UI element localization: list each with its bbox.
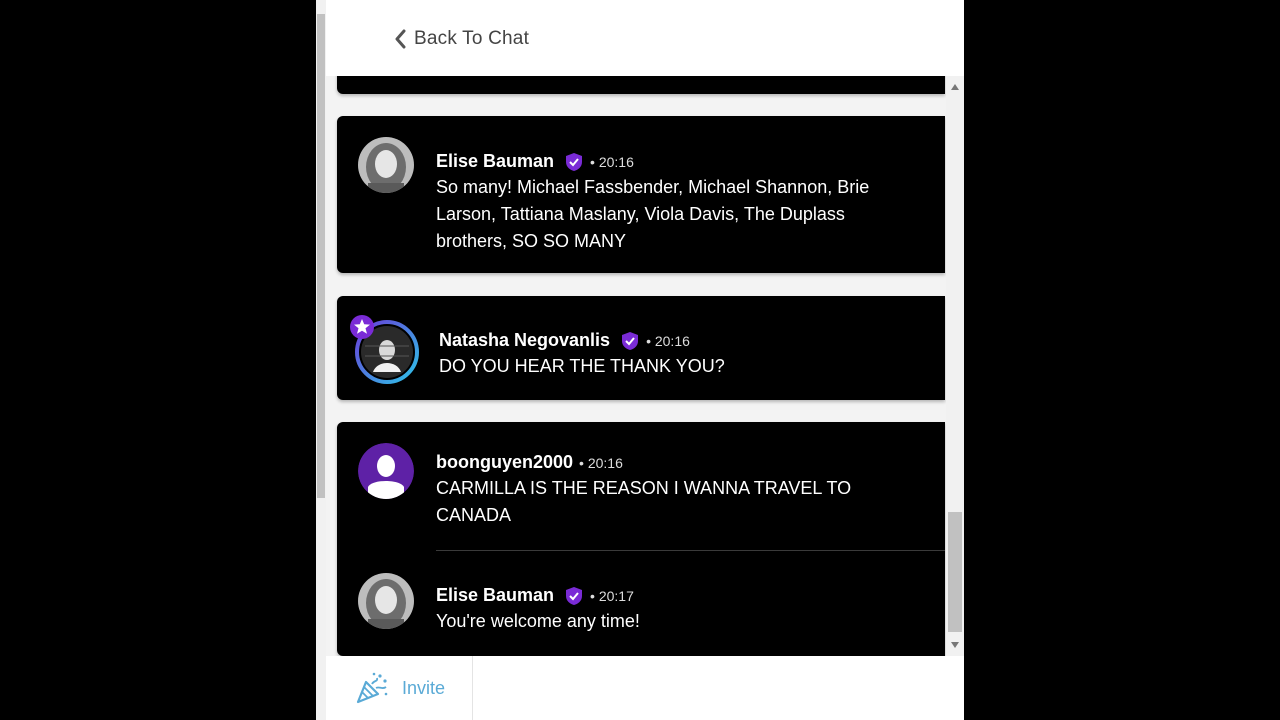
scroll-down-arrow-icon[interactable]: [951, 642, 959, 648]
message-card-featured: Natasha Negovanlis • 20:16 DO YOU HEAR T…: [337, 296, 945, 400]
message-line: Larson, Tattiana Maslany, Viola Davis, T…: [436, 204, 845, 224]
default-user-icon: [358, 443, 414, 499]
author-name[interactable]: Natasha Negovanlis: [439, 330, 610, 351]
message-line: DO YOU HEAR THE THANK YOU?: [439, 356, 725, 376]
author-name[interactable]: boonguyen2000: [436, 452, 573, 473]
back-to-chat-button[interactable]: Back To Chat: [394, 28, 529, 50]
page-scrollbar[interactable]: [316, 0, 326, 720]
verified-shield-icon: [622, 331, 639, 350]
message-time: • 20:16: [579, 454, 623, 471]
message-text: So many! Michael Fassbender, Michael Sha…: [436, 174, 916, 255]
message-time: • 20:16: [590, 153, 634, 170]
avatar[interactable]: [358, 573, 414, 629]
message-card: Elise Bauman • 20:16 So many! Michael Fa…: [337, 116, 945, 273]
screen: Back To Chat Elise Bauman • 20:16 So man…: [0, 0, 1280, 720]
message-item: Elise Bauman • 20:17 You're welcome any …: [337, 551, 945, 656]
message-list[interactable]: Elise Bauman • 20:16 So many! Michael Fa…: [326, 76, 964, 656]
message-meta: Natasha Negovanlis • 20:16: [439, 330, 690, 351]
chat-header: Back To Chat: [326, 0, 964, 76]
message-item: Natasha Negovanlis • 20:16 DO YOU HEAR T…: [337, 296, 945, 400]
author-name[interactable]: Elise Bauman: [436, 585, 554, 606]
chevron-left-icon: [395, 29, 406, 49]
message-line: brothers, SO SO MANY: [436, 231, 627, 251]
message-text: You're welcome any time!: [436, 608, 916, 635]
message-meta: Elise Bauman • 20:16: [436, 151, 634, 172]
message-list-scrollbar[interactable]: [946, 76, 964, 656]
message-card-previous: [337, 76, 945, 94]
message-time: • 20:17: [590, 587, 634, 604]
message-card: boonguyen2000 • 20:16 CARMILLA IS THE RE…: [337, 422, 945, 656]
message-line: You're welcome any time!: [436, 611, 640, 631]
chat-footer: Invite: [326, 656, 964, 720]
message-line: CARMILLA IS THE REASON I WANNA TRAVEL TO: [436, 478, 852, 498]
chat-panel: Back To Chat Elise Bauman • 20:16 So man…: [326, 0, 964, 720]
page-scrollbar-thumb[interactable]: [317, 14, 325, 498]
message-item: Elise Bauman • 20:16 So many! Michael Fa…: [337, 116, 945, 273]
party-popper-icon: [356, 672, 388, 704]
avatar[interactable]: [358, 137, 414, 193]
message-line: CANADA: [436, 505, 512, 525]
message-meta: Elise Bauman • 20:17: [436, 585, 634, 606]
avatar-photo: [358, 573, 414, 629]
message-text: DO YOU HEAR THE THANK YOU?: [439, 353, 919, 380]
message-line: So many! Michael Fassbender, Michael Sha…: [436, 177, 870, 197]
invite-button[interactable]: Invite: [326, 656, 473, 720]
message-list-scrollbar-thumb[interactable]: [948, 512, 962, 632]
star-badge-icon: [350, 315, 374, 339]
message-item: boonguyen2000 • 20:16 CARMILLA IS THE RE…: [337, 422, 945, 550]
author-name[interactable]: Elise Bauman: [436, 151, 554, 172]
invite-label: Invite: [402, 677, 446, 698]
message-time: • 20:16: [646, 332, 690, 349]
verified-shield-icon: [566, 152, 583, 171]
back-to-chat-label: Back To Chat: [414, 28, 530, 49]
message-meta: boonguyen2000 • 20:16: [436, 452, 623, 473]
message-text: CARMILLA IS THE REASON I WANNA TRAVEL TO…: [436, 475, 916, 529]
avatar-photo: [358, 137, 414, 193]
scroll-up-arrow-icon[interactable]: [951, 84, 959, 90]
verified-shield-icon: [566, 586, 583, 605]
avatar[interactable]: [358, 443, 414, 499]
